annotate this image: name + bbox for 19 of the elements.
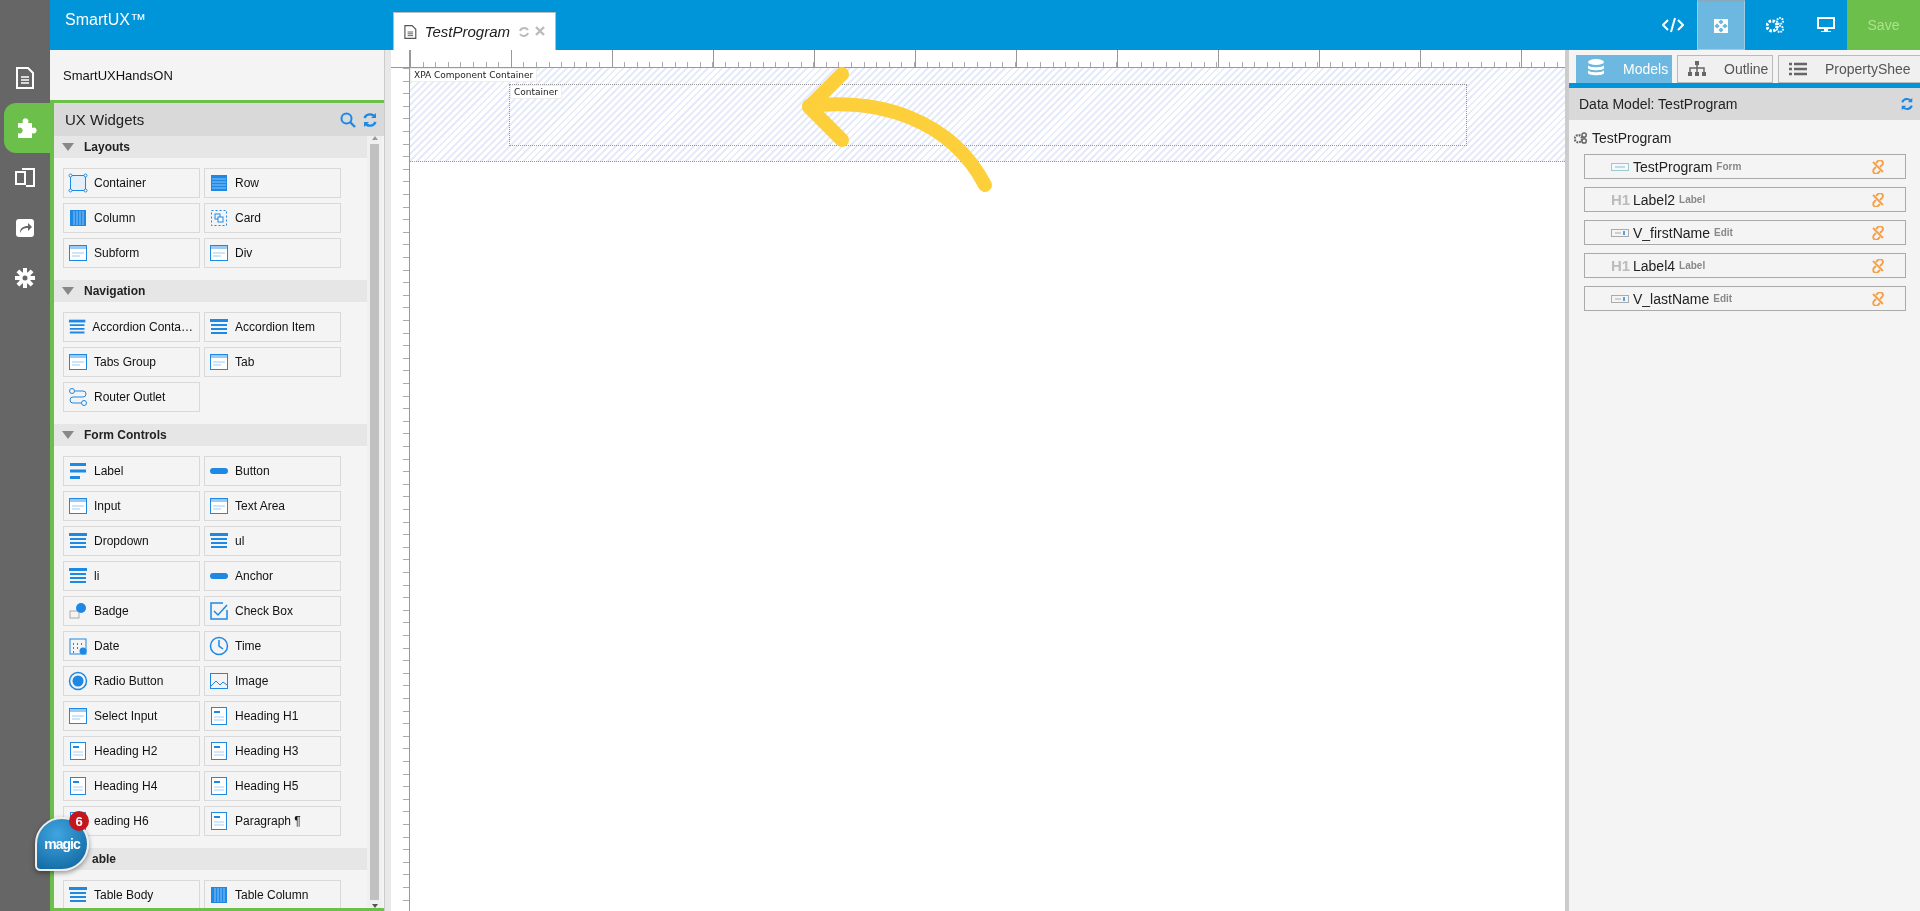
item-type: Label	[1679, 194, 1707, 205]
tab-title: TestProgram	[424, 23, 510, 40]
heading-glyph: H1	[1611, 257, 1629, 274]
item-name: V_lastName	[1633, 290, 1710, 307]
item-type: Edit	[1714, 227, 1734, 238]
item-name: Label4	[1633, 257, 1676, 274]
panel-title: Data Model: TestProgram	[1579, 96, 1738, 112]
app-title: SmartUX™	[64, 10, 147, 30]
item-type: Label	[1679, 260, 1707, 271]
heading-glyph: H1	[1611, 191, 1629, 208]
container-label: XPA Component Container	[410, 68, 538, 82]
container-label: Container	[510, 85, 562, 99]
project-name: SmartUXHandsON	[62, 66, 174, 85]
item-name: V_firstName	[1633, 224, 1711, 241]
panel-title: UX Widgets	[65, 111, 146, 128]
item-type: Edit	[1713, 293, 1734, 304]
item-name: Label2	[1633, 191, 1676, 208]
item-type: Form	[1716, 161, 1743, 172]
item-name: TestProgram	[1633, 158, 1713, 175]
